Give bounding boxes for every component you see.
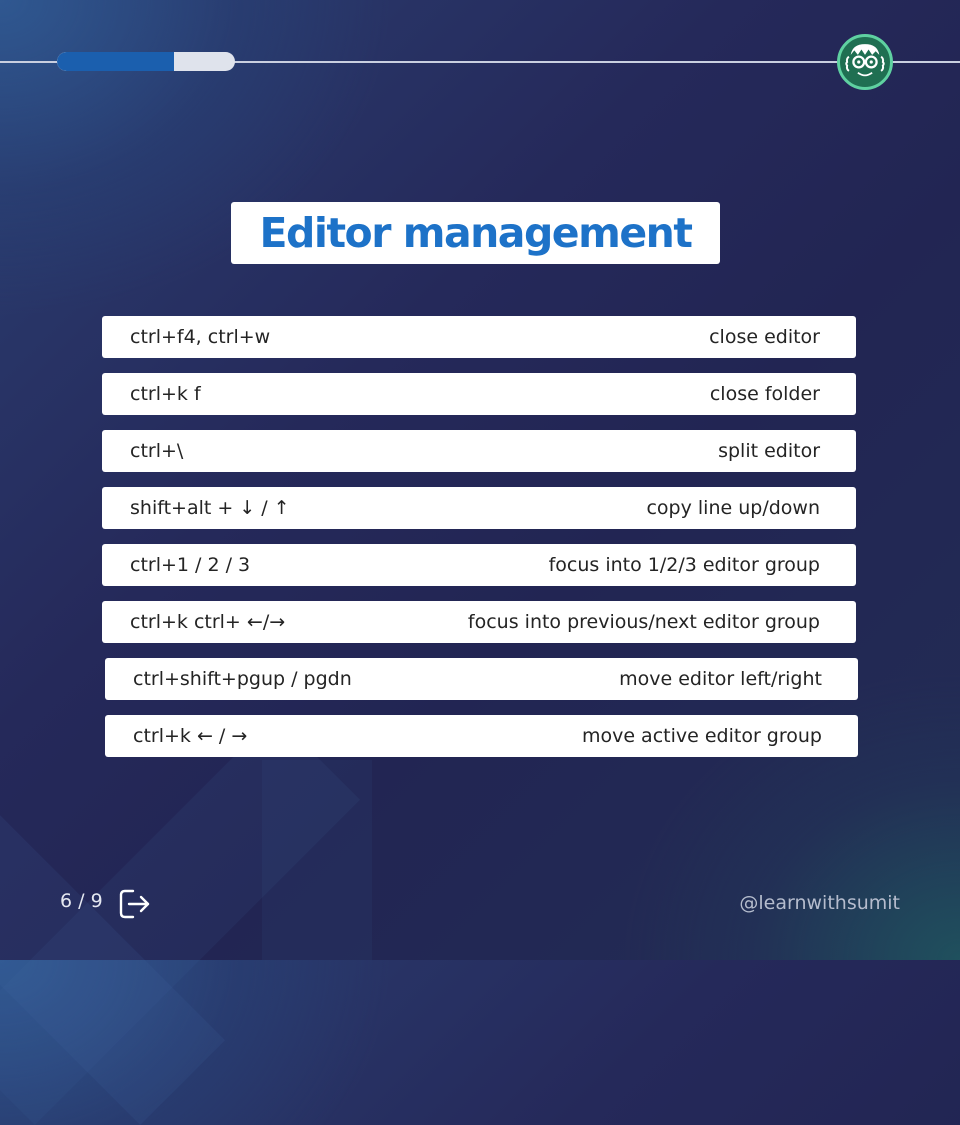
background-shape [0,714,226,1125]
shortcut-row: ctrl+shift+pgup / pgdn move editor left/… [105,658,858,700]
shortcut-row: ctrl+\ split editor [102,430,856,472]
social-handle: @learnwithsumit [739,892,900,914]
shortcut-row: shift+alt + ↓ / ↑ copy line up/down [102,487,856,529]
shortcut-action: focus into 1/2/3 editor group [548,554,820,576]
shortcut-keys: ctrl+shift+pgup / pgdn [133,668,352,690]
shortcut-action: move active editor group [581,725,822,747]
shortcut-row: ctrl+k ctrl+ ←/→ focus into previous/nex… [102,601,856,643]
shortcut-keys: ctrl+f4, ctrl+w [130,326,271,348]
shortcut-action: split editor [718,440,820,462]
shortcut-keys: shift+alt + ↓ / ↑ [130,497,290,519]
shortcut-action: focus into previous/next editor group [467,611,820,633]
shortcut-action: close editor [709,326,820,348]
shortcut-action: close folder [709,383,820,405]
progress-fill [57,52,175,71]
shortcut-keys: ctrl+k ctrl+ ←/→ [130,611,286,633]
shortcut-row: ctrl+k ← / → move active editor group [105,715,858,757]
shortcut-keys: ctrl+\ [130,440,184,462]
shortcut-row: ctrl+f4, ctrl+w close editor [102,316,856,358]
shortcut-keys: ctrl+k f [130,383,201,405]
shortcut-keys: ctrl+k ← / → [133,725,248,747]
page-title: Editor management [259,209,693,257]
avatar-logo-icon [837,34,893,90]
exit-arrow-icon[interactable] [117,887,151,921]
shortcut-keys: ctrl+1 / 2 / 3 [130,554,251,576]
background-shape [0,714,361,1125]
progress-bar [57,52,235,71]
shortcut-action: copy line up/down [646,497,820,519]
shortcut-row: ctrl+k f close folder [102,373,856,415]
title-card: Editor management [231,202,720,264]
shortcut-action: move editor left/right [619,668,822,690]
page-counter: 6 / 9 [60,890,103,912]
background-shape [262,760,372,960]
shortcut-row: ctrl+1 / 2 / 3 focus into 1/2/3 editor g… [102,544,856,586]
